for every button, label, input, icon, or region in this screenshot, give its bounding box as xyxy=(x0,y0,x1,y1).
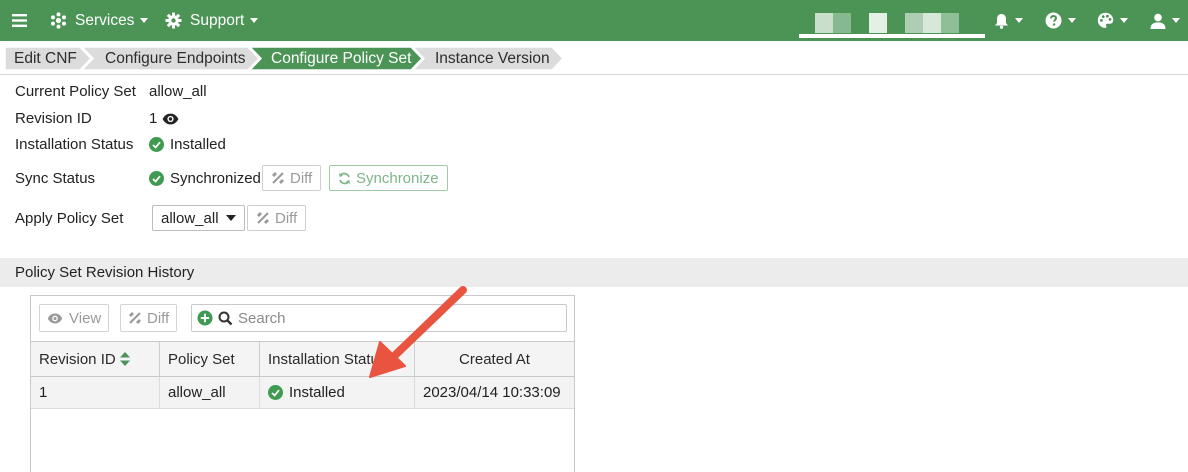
palette-icon xyxy=(1097,12,1114,29)
hamburger-menu-icon[interactable] xyxy=(12,0,27,41)
current-policy-set-value: allow_all xyxy=(149,83,207,100)
bell-icon xyxy=(994,13,1009,29)
step-instance-version[interactable]: Instance Version xyxy=(435,47,550,70)
column-policy-set[interactable]: Policy Set xyxy=(160,342,260,376)
apply-diff-label: Diff xyxy=(275,209,298,227)
support-menu[interactable]: Support xyxy=(165,0,259,41)
view-button[interactable]: View xyxy=(39,304,110,332)
diff-icon xyxy=(271,171,285,185)
check-circle-icon xyxy=(149,137,164,152)
column-created-at[interactable]: Created At xyxy=(415,342,574,376)
cell-created-at: 2023/04/14 10:33:09 xyxy=(423,384,561,401)
column-revision-id[interactable]: Revision ID xyxy=(31,342,160,376)
revision-history-panel: View Diff Search Revision ID Policy Set … xyxy=(30,295,575,472)
chevron-down-icon xyxy=(1015,18,1023,23)
chevron-down-icon xyxy=(1068,18,1076,23)
help-menu[interactable] xyxy=(1045,0,1076,41)
step-configure-policy-set[interactable]: Configure Policy Set xyxy=(271,47,411,70)
help-icon xyxy=(1045,12,1062,29)
apply-policy-set-selected: allow_all xyxy=(161,209,219,227)
chevron-down-icon xyxy=(140,18,149,23)
username-underline xyxy=(799,34,985,38)
user-menu[interactable] xyxy=(1150,0,1180,41)
view-label: View xyxy=(69,309,102,327)
step-edit-cnf[interactable]: Edit CNF xyxy=(14,47,77,70)
apply-policy-set-select[interactable]: allow_all xyxy=(152,205,245,231)
synchronize-label: Synchronize xyxy=(356,169,439,187)
step-configure-endpoints[interactable]: Configure Endpoints xyxy=(105,47,245,70)
sync-status-value: Synchronized xyxy=(149,170,261,187)
eye-icon xyxy=(47,313,63,324)
check-circle-icon xyxy=(268,385,283,400)
notifications-menu[interactable] xyxy=(994,0,1023,41)
cell-installation-status: Installed xyxy=(260,377,415,408)
revision-history-header: Policy Set Revision History xyxy=(0,258,1188,287)
revision-id-number: 1 xyxy=(149,110,158,127)
chevron-down-icon xyxy=(1172,18,1180,23)
services-label: Services xyxy=(75,11,135,29)
add-filter-icon[interactable] xyxy=(197,310,213,326)
services-icon xyxy=(50,12,67,29)
cell-policy-set: allow_all xyxy=(160,377,260,408)
eye-icon[interactable] xyxy=(162,113,179,125)
cell-revision-id: 1 xyxy=(31,377,160,408)
chevron-down-icon xyxy=(225,215,236,221)
apply-diff-button[interactable]: Diff xyxy=(247,205,307,231)
search-field[interactable]: Search xyxy=(191,304,567,332)
installation-status-text: Installed xyxy=(170,136,226,153)
diff-icon xyxy=(128,311,142,325)
history-diff-label: Diff xyxy=(147,309,170,327)
cell-installation-status-text: Installed xyxy=(289,384,345,401)
wizard-breadcrumb: Edit CNF Configure Endpoints Configure P… xyxy=(0,41,1188,75)
apply-policy-set-label: Apply Policy Set xyxy=(15,210,124,227)
synchronize-button[interactable]: Synchronize xyxy=(329,165,448,191)
chevron-down-icon xyxy=(1120,18,1128,23)
search-icon xyxy=(218,311,233,326)
installation-status-value: Installed xyxy=(149,136,226,153)
table-header: Revision ID Policy Set Installation Stat… xyxy=(31,341,574,377)
services-menu[interactable]: Services xyxy=(50,0,149,41)
installation-status-label: Installation Status xyxy=(15,136,134,153)
sync-status-label: Sync Status xyxy=(15,170,96,187)
refresh-icon xyxy=(338,172,351,185)
column-installation-status[interactable]: Installation Status xyxy=(260,342,415,376)
diff-icon xyxy=(256,211,270,225)
table-row[interactable]: 1 allow_all Installed 2023/04/14 10:33:0… xyxy=(31,377,574,409)
theme-menu[interactable] xyxy=(1097,0,1128,41)
current-policy-set-label: Current Policy Set xyxy=(15,83,136,100)
sort-icon[interactable] xyxy=(119,352,130,366)
support-label: Support xyxy=(190,11,245,29)
check-circle-icon xyxy=(149,171,164,186)
history-diff-button[interactable]: Diff xyxy=(120,304,178,332)
sync-diff-label: Diff xyxy=(290,169,313,187)
sync-status-text: Synchronized xyxy=(170,170,261,187)
top-navbar: Services Support xyxy=(0,0,1188,41)
revision-history-title: Policy Set Revision History xyxy=(15,264,195,281)
sync-diff-button[interactable]: Diff xyxy=(262,165,322,191)
chevron-down-icon xyxy=(250,18,259,23)
revision-id-label: Revision ID xyxy=(15,110,92,127)
search-placeholder: Search xyxy=(238,309,286,327)
revision-id-value: 1 xyxy=(149,110,179,127)
user-icon xyxy=(1150,13,1166,29)
gear-icon xyxy=(165,12,182,29)
